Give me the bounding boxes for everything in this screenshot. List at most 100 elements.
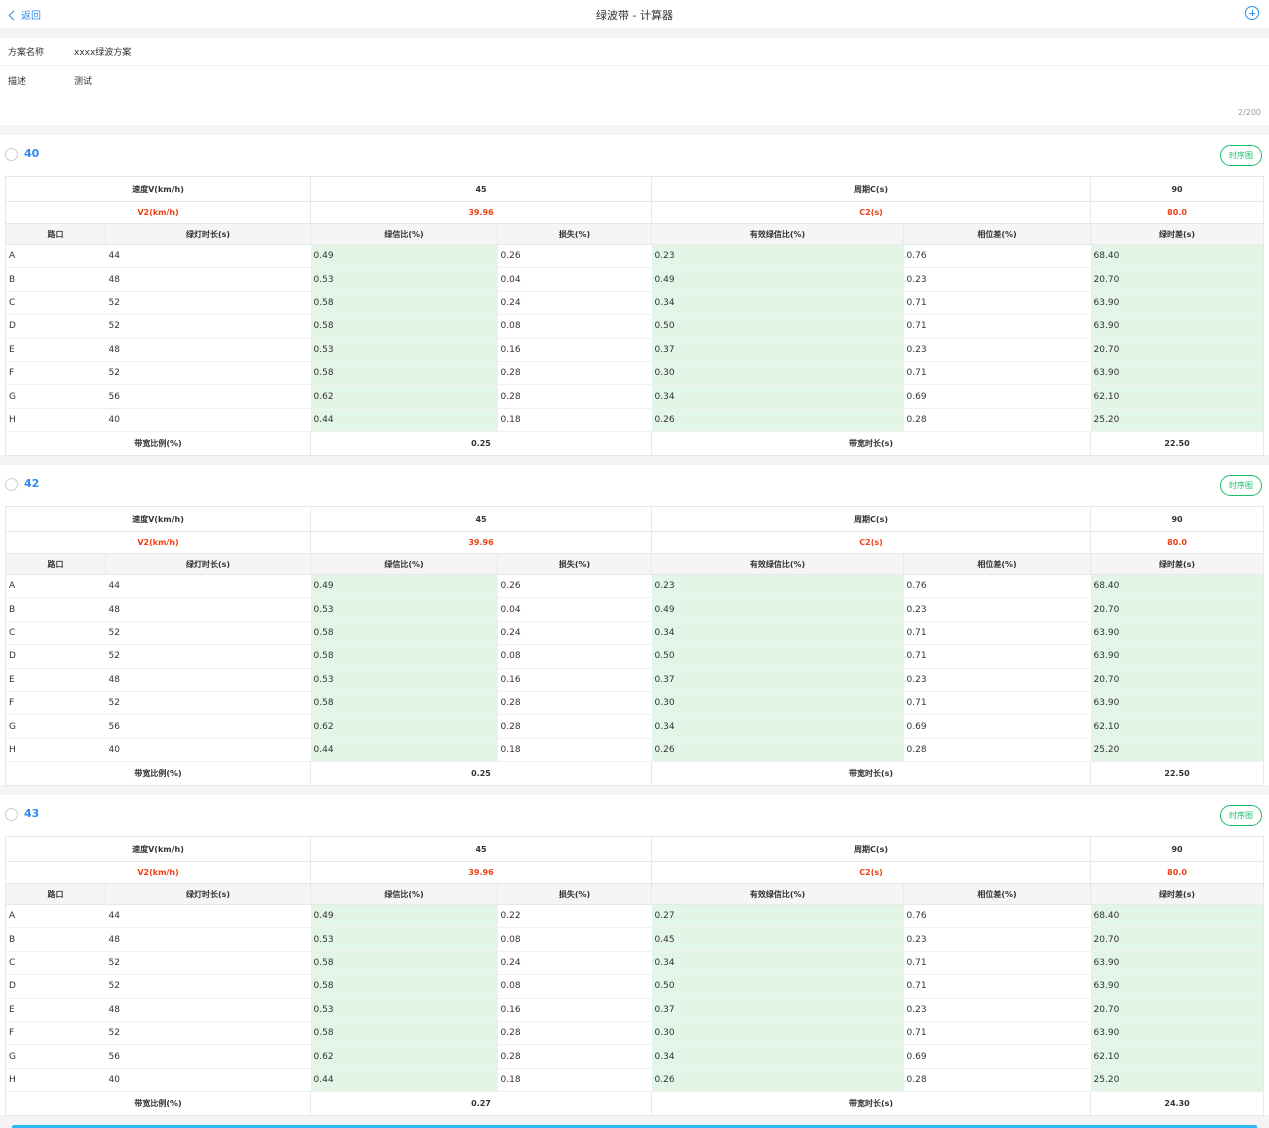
band-time-label: 带宽时长(s) (651, 1091, 1092, 1117)
table-cell: 63.90 (1090, 644, 1265, 669)
name-label: 方案名称 (8, 48, 45, 58)
table-cell[interactable]: 52 (105, 361, 311, 386)
band-ratio-label: 带宽比例(%) (5, 761, 311, 787)
table-cell: 0.53 (310, 267, 498, 292)
table-cell: E (5, 998, 106, 1022)
table-cell[interactable]: 52 (105, 621, 311, 646)
table-cell: 0.28 (497, 1044, 652, 1069)
table-cell[interactable]: 52 (105, 644, 311, 669)
table-cell: 0.69 (903, 384, 1091, 409)
cycle-value[interactable]: 90 (1090, 836, 1265, 862)
table-row: V2(km/h) 39.96 C2(s) 80.0 (5, 861, 1265, 884)
table-cell: 0.08 (497, 927, 652, 952)
plan-table: 速度V(km/h) 45 周期C(s) 90 V2(km/h) 39.96 C2(s) 80.… (5, 506, 1265, 787)
cycle-label: 周期C(s) (651, 836, 1092, 862)
table-row: E 48 0.53 0.16 0.37 0.23 20.70 (5, 338, 1265, 362)
v2-label: V2(km/h) (5, 531, 311, 554)
table-cell[interactable]: 56 (105, 714, 311, 739)
timing-diagram-button[interactable]: 时序图 (1220, 145, 1262, 166)
table-cell[interactable]: 40 (105, 408, 311, 433)
column-header: 绿时差(s) (1090, 553, 1265, 575)
table-cell: 20.70 (1090, 998, 1265, 1022)
plan-section: 40 时序图 速度V(km/h) 45 周期C(s) 90 V2(km/h) 39.96 C2(… (0, 135, 1269, 457)
table-cell[interactable]: 48 (105, 338, 311, 362)
speed-label: 速度V(km/h) (5, 836, 311, 862)
column-header: 绿灯时长(s) (105, 883, 311, 905)
table-cell: 20.70 (1090, 927, 1265, 952)
cycle-value[interactable]: 90 (1090, 176, 1265, 202)
table-cell: 0.23 (903, 927, 1091, 952)
table-cell[interactable]: 52 (105, 951, 311, 976)
column-header: 有效绿信比(%) (651, 553, 905, 575)
table-cell: 0.62 (310, 1044, 498, 1069)
speed-value[interactable]: 45 (309, 506, 653, 532)
table-cell: 25.20 (1090, 408, 1265, 433)
table-cell[interactable]: 40 (105, 738, 311, 763)
table-row: F 52 0.58 0.28 0.30 0.71 63.90 (5, 1021, 1265, 1046)
name-input[interactable]: xxxx绿波方案 (74, 45, 131, 58)
speed-value[interactable]: 45 (309, 836, 653, 862)
table-cell[interactable]: 48 (105, 597, 311, 622)
table-row: B 48 0.53 0.04 0.49 0.23 20.70 (5, 267, 1265, 292)
plan-radio[interactable] (5, 808, 18, 821)
table-cell: 0.16 (497, 668, 652, 692)
table-cell: 0.30 (651, 1021, 904, 1046)
table-cell: 0.34 (651, 291, 904, 316)
column-header: 绿灯时长(s) (105, 223, 311, 245)
table-row: 速度V(km/h) 45 周期C(s) 90 (5, 506, 1265, 532)
column-header: 绿信比(%) (310, 553, 498, 575)
table-cell: H (5, 738, 106, 763)
table-cell: G (5, 1044, 106, 1069)
table-cell[interactable]: 48 (105, 927, 311, 952)
column-header-row: 路口 绿灯时长(s) 绿信比(%) 损失(%) 有效绿信比(%) 相位差(%) 绿时差(s) (5, 223, 1265, 245)
table-row: V2(km/h) 39.96 C2(s) 80.0 (5, 531, 1265, 554)
c2-value: 80.0 (1090, 861, 1265, 884)
table-cell: 0.24 (497, 621, 652, 646)
column-header-row: 路口 绿灯时长(s) 绿信比(%) 损失(%) 有效绿信比(%) 相位差(%) 绿时差(s) (5, 553, 1265, 575)
table-cell[interactable]: 44 (105, 244, 311, 269)
table-cell[interactable]: 52 (105, 974, 311, 999)
column-header: 相位差(%) (903, 553, 1092, 575)
table-row: 带宽比例(%) 0.25 带宽时长(s) 22.50 (5, 761, 1265, 787)
table-cell[interactable]: 56 (105, 1044, 311, 1069)
table-cell: 20.70 (1090, 668, 1265, 692)
column-header: 路口 (5, 223, 106, 245)
timing-diagram-button[interactable]: 时序图 (1220, 475, 1262, 496)
table-cell: 0.37 (651, 338, 904, 362)
table-row: C 52 0.58 0.24 0.34 0.71 63.90 (5, 621, 1265, 646)
speed-value[interactable]: 45 (309, 176, 653, 202)
table-cell: 0.53 (310, 998, 498, 1022)
table-cell: 0.26 (497, 244, 652, 269)
table-cell[interactable]: 48 (105, 998, 311, 1022)
table-cell: 0.69 (903, 1044, 1091, 1069)
table-cell: D (5, 974, 106, 999)
timing-diagram-button[interactable]: 时序图 (1220, 805, 1262, 826)
table-cell: 0.76 (903, 244, 1091, 269)
table-cell[interactable]: 52 (105, 291, 311, 316)
table-row: B 48 0.53 0.04 0.49 0.23 20.70 (5, 597, 1265, 622)
plan-radio[interactable] (5, 478, 18, 491)
desc-textarea[interactable]: 测试 (74, 74, 92, 87)
table-cell[interactable]: 44 (105, 574, 311, 599)
table-row: E 48 0.53 0.16 0.37 0.23 20.70 (5, 998, 1265, 1022)
table-cell[interactable]: 52 (105, 1021, 311, 1046)
table-cell[interactable]: 56 (105, 384, 311, 409)
table-cell: 0.50 (651, 644, 904, 669)
cycle-value[interactable]: 90 (1090, 506, 1265, 532)
table-cell[interactable]: 52 (105, 314, 311, 339)
table-cell: 0.71 (903, 691, 1091, 716)
table-cell: F (5, 1021, 106, 1046)
table-cell: G (5, 384, 106, 409)
table-cell: 62.10 (1090, 384, 1265, 409)
table-cell[interactable]: 48 (105, 267, 311, 292)
table-row: A 44 0.49 0.26 0.23 0.76 68.40 (5, 244, 1265, 269)
table-cell: 0.44 (310, 1068, 498, 1093)
table-cell[interactable]: 40 (105, 1068, 311, 1093)
table-cell[interactable]: 48 (105, 668, 311, 692)
table-cell: 0.37 (651, 668, 904, 692)
table-cell: 0.58 (310, 644, 498, 669)
plan-radio[interactable] (5, 148, 18, 161)
table-cell[interactable]: 44 (105, 904, 311, 929)
table-cell[interactable]: 52 (105, 691, 311, 716)
add-circle-icon[interactable] (1245, 6, 1259, 20)
